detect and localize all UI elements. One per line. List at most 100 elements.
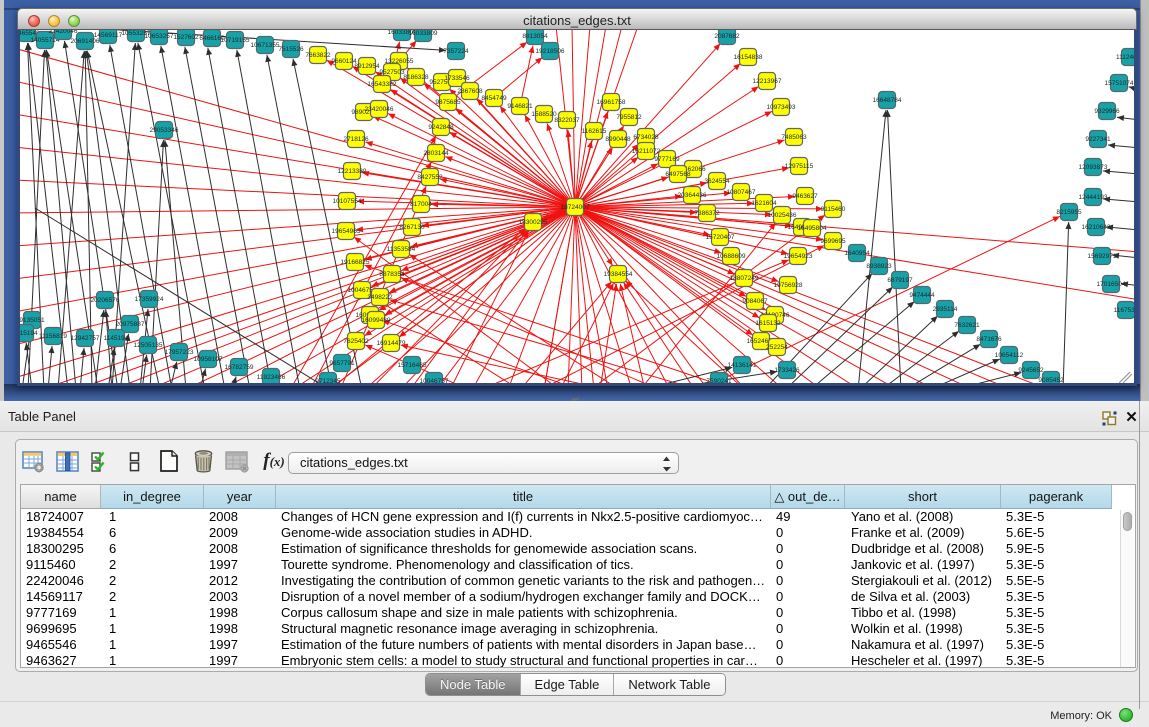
column-header-5[interactable]: short [845,485,1001,509]
table-panel-header: Table Panel ✕ [0,401,1149,432]
table-cell: 0 [776,637,843,653]
table-cell: 0 [776,621,843,637]
network-file-dropdown[interactable]: citations_edges.txt [288,452,679,474]
cytoscape-app: citations_edges.txt 94655461405571422420… [0,0,1149,727]
table-cell: de Silva et al. (2003) [851,589,999,605]
scrollbar-thumb[interactable] [1123,512,1132,531]
graph-node-label: 10025436 [768,212,797,219]
table-cell: Franke et al. (2009) [851,525,999,541]
table-cell: 2009 [209,525,274,541]
table-cell: 2003 [209,589,274,605]
table-cell: Stergiakouli et al. (2012) [851,573,999,589]
row-check-icon[interactable] [89,449,113,473]
table-row[interactable]: 1456911722003Disruption of a novel membe… [21,589,1135,605]
graph-node-label: 2803144 [423,150,449,157]
table-cell: 0 [776,541,843,557]
table-row[interactable]: 969969511998Structural magnetic resonanc… [21,621,1135,637]
table-cell: 5.9E-5 [1006,541,1110,557]
table-row[interactable]: 1830029562008Estimation of significance … [21,541,1135,557]
graph-node-label: 7955812 [616,114,642,121]
table-cell: 22420046 [26,573,99,589]
network-canvas[interactable]: 9465546140557142242004620691406145691171… [20,30,1134,383]
column-select-icon[interactable] [55,449,79,473]
table-cell: 6 [109,541,202,557]
table-cell: 5.3E-5 [1006,605,1110,621]
graph-node-label: 10671355 [251,42,280,49]
graph-node-label: 1615132 [755,320,781,327]
row-height-icon[interactable] [123,449,147,473]
table-cell: Estimation of significance thresholds fo… [281,541,769,557]
table-cell: 5.3E-5 [1006,653,1110,668]
tab-node-table[interactable]: Node Table [426,674,521,695]
table-row[interactable]: 946362711997Embryonic stem cells: a mode… [21,653,1135,668]
table-row[interactable]: 2242004622012Investigating the contribut… [21,573,1135,589]
table-cell: Genome-wide association studies in ADHD. [281,525,769,541]
table-cell: 5.3E-5 [1006,509,1110,525]
graph-node-label: 16211072 [632,148,661,155]
graph-node-label: 3498222 [367,294,393,301]
table-cell: 18300295 [26,541,99,557]
table-cell: 18724007 [26,509,99,525]
new-document-icon[interactable] [157,449,181,473]
graph-node-label: 12213967 [753,78,782,85]
graph-node-label: 8427552 [417,174,443,181]
table-cell: 1997 [209,653,274,668]
table-cell: 0 [776,557,843,573]
graph-node-label: 9699695 [820,238,846,245]
function-builder-icon[interactable]: f(x) [259,450,289,472]
table-row[interactable]: 911546021997Tourette syndrome. Phenomeno… [21,557,1135,573]
node-table: namein_degreeyeartitle△ out_de…shortpage… [20,484,1136,668]
column-header-3[interactable]: title [276,485,771,509]
graph-node-label: 16495804 [798,225,827,232]
column-header-6[interactable]: pagerank [1001,485,1112,509]
graph-node-label: 29053346 [150,127,179,134]
graph-node-label: 1733546 [444,75,470,82]
graph-node-label: 10958107 [194,356,223,363]
graph-node-label: 17359924 [135,296,164,303]
table-cell: 0 [776,605,843,621]
table-settings-icon[interactable] [21,449,45,473]
network-window[interactable]: citations_edges.txt 94655461405571422420… [17,8,1137,386]
graph-node-label: 9712345 [315,378,341,383]
table-cell: 2 [109,557,202,573]
column-header-2[interactable]: year [204,485,276,509]
desktop-left-edge [0,0,4,401]
column-header-4[interactable]: △ out_de… [771,485,845,509]
graph-node-label: 19654923 [784,253,813,260]
graph-node-label: 10654112 [995,352,1024,359]
table-row[interactable]: 946554611997Estimation of the future num… [21,637,1135,653]
table-cell: Embryonic stem cells: a model to study s… [281,653,769,668]
graph-node-label: 1588520 [531,111,557,118]
graph-node-label: 12213389 [338,168,367,175]
graph-node-label: 8267130 [399,224,425,231]
table-cell: 1 [109,509,202,525]
graph-node-label: 9146821 [507,103,533,110]
graph-node-label: 19756928 [774,282,803,289]
table-disabled-icon[interactable] [225,449,249,473]
graph-node-label: 9657791 [329,360,355,367]
table-cell: 2 [109,573,202,589]
network-window-titlebar[interactable]: citations_edges.txt [17,8,1137,30]
column-header-0[interactable]: name [21,485,101,509]
table-cell: 0 [776,525,843,541]
table-row[interactable]: 1938455462009Genome-wide association stu… [21,525,1135,541]
table-row[interactable]: 977716911998Corpus callosum shape and si… [21,605,1135,621]
network-graph[interactable]: 9465546140557142242004620691406145691171… [20,30,1134,383]
tab-edge-table[interactable]: Edge Table [521,674,615,695]
close-panel-icon[interactable]: ✕ [1124,410,1139,426]
column-header-1[interactable]: in_degree [101,485,204,509]
graph-node-label: 16033809 [409,30,438,37]
vertical-scrollbar[interactable] [1120,510,1134,668]
table-cell: 1997 [209,637,274,653]
graph-node-label: 7357224 [443,48,469,55]
delete-icon[interactable] [191,449,215,473]
graph-node-label: 8215955 [1056,209,1082,216]
table-row[interactable]: 1872400712008Changes of HCN gene express… [21,509,1135,525]
table-cell: Structural magnetic resonance image aver… [281,621,769,637]
graph-node-label: 19166825 [341,259,370,266]
float-panel-icon[interactable] [1102,411,1117,426]
window-resize-grip[interactable] [1119,370,1132,381]
tab-network-table[interactable]: Network Table [614,674,724,695]
graph-node-label: 23420046 [365,106,394,113]
graph-node-label: 19218506 [536,48,565,55]
